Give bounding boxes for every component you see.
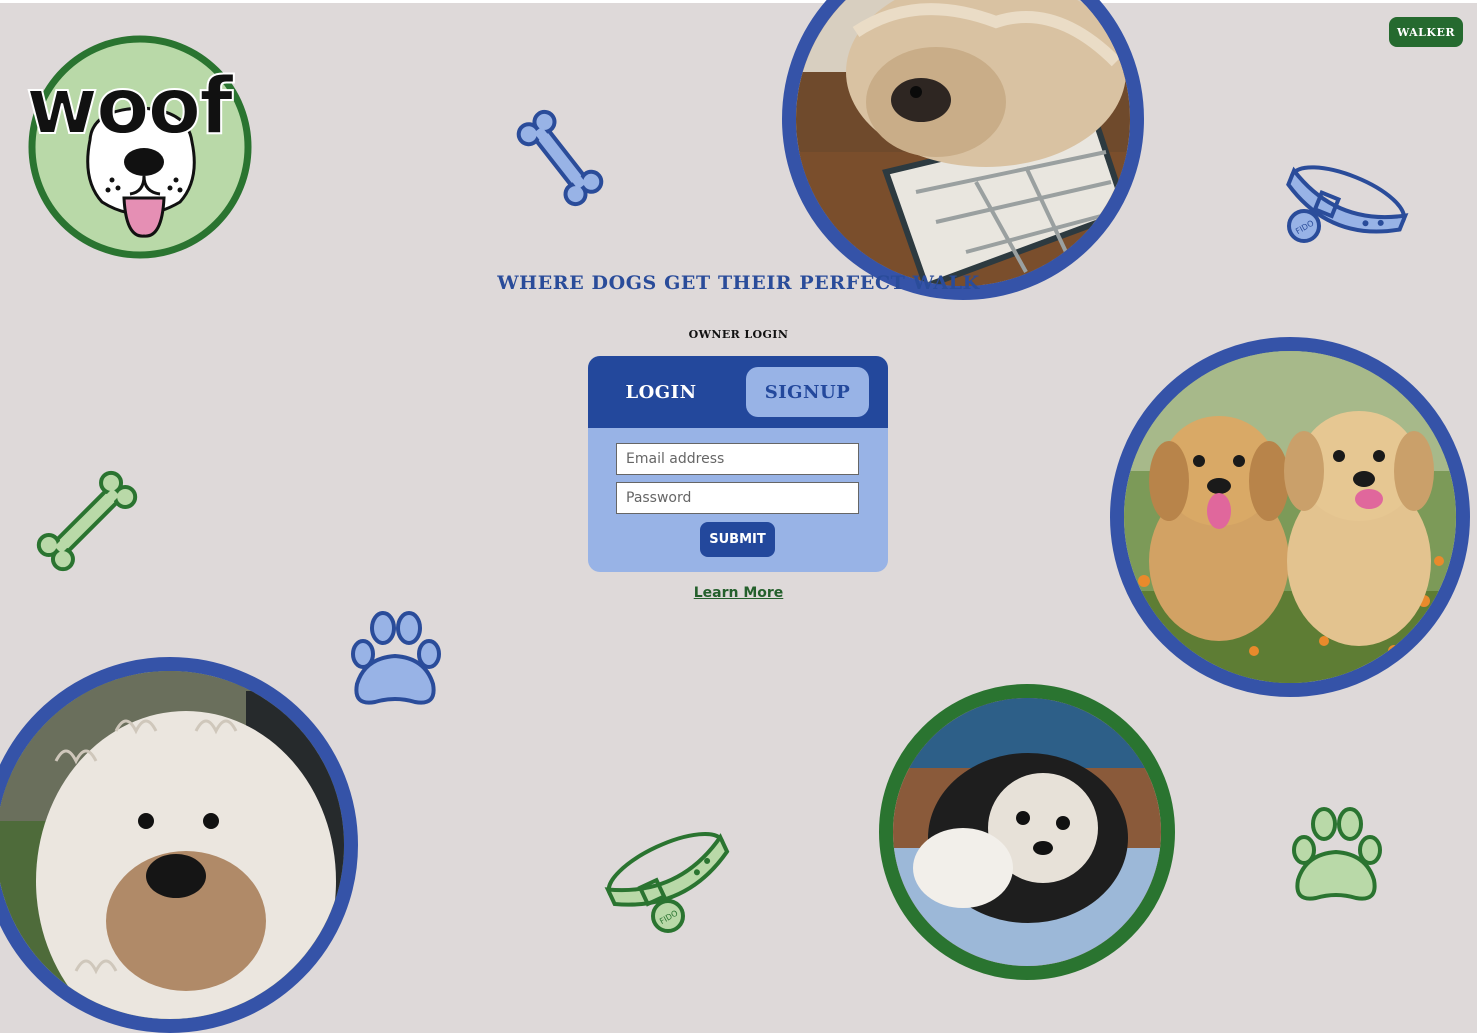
bone-icon: [28, 462, 146, 584]
photo-golden-puppies: [1110, 337, 1470, 697]
photo-sheepadoodle: [0, 657, 358, 1033]
auth-card: LOGIN SIGNUP SUBMIT: [588, 356, 888, 572]
collar-icon: FIDO: [1274, 152, 1414, 266]
collar-icon: FIDO: [598, 818, 743, 938]
password-field[interactable]: [616, 482, 859, 514]
owner-login-label: OWNER LOGIN: [688, 328, 789, 341]
auth-tabs: LOGIN SIGNUP: [588, 356, 888, 428]
photo-shih-tzu-couch: [879, 684, 1175, 980]
walker-button[interactable]: WALKER: [1389, 17, 1463, 47]
logo-wordmark: woof: [25, 62, 234, 152]
photo-shih-tzu-bed: [782, 0, 1144, 300]
paw-icon: [1286, 802, 1386, 910]
woof-logo[interactable]: woof: [20, 30, 260, 265]
email-field[interactable]: [616, 443, 859, 475]
tab-signup[interactable]: SIGNUP: [746, 367, 869, 417]
learn-more-link[interactable]: Learn More: [694, 585, 784, 601]
bone-icon: [510, 98, 610, 222]
top-strip: [0, 0, 1477, 3]
tab-login[interactable]: LOGIN: [604, 368, 718, 416]
submit-button[interactable]: SUBMIT: [700, 522, 775, 557]
tagline: WHERE DOGS GET THEIR PERFECT WALK: [497, 272, 980, 294]
learn-more-container: Learn More: [0, 585, 1477, 601]
paw-icon: [345, 606, 445, 714]
